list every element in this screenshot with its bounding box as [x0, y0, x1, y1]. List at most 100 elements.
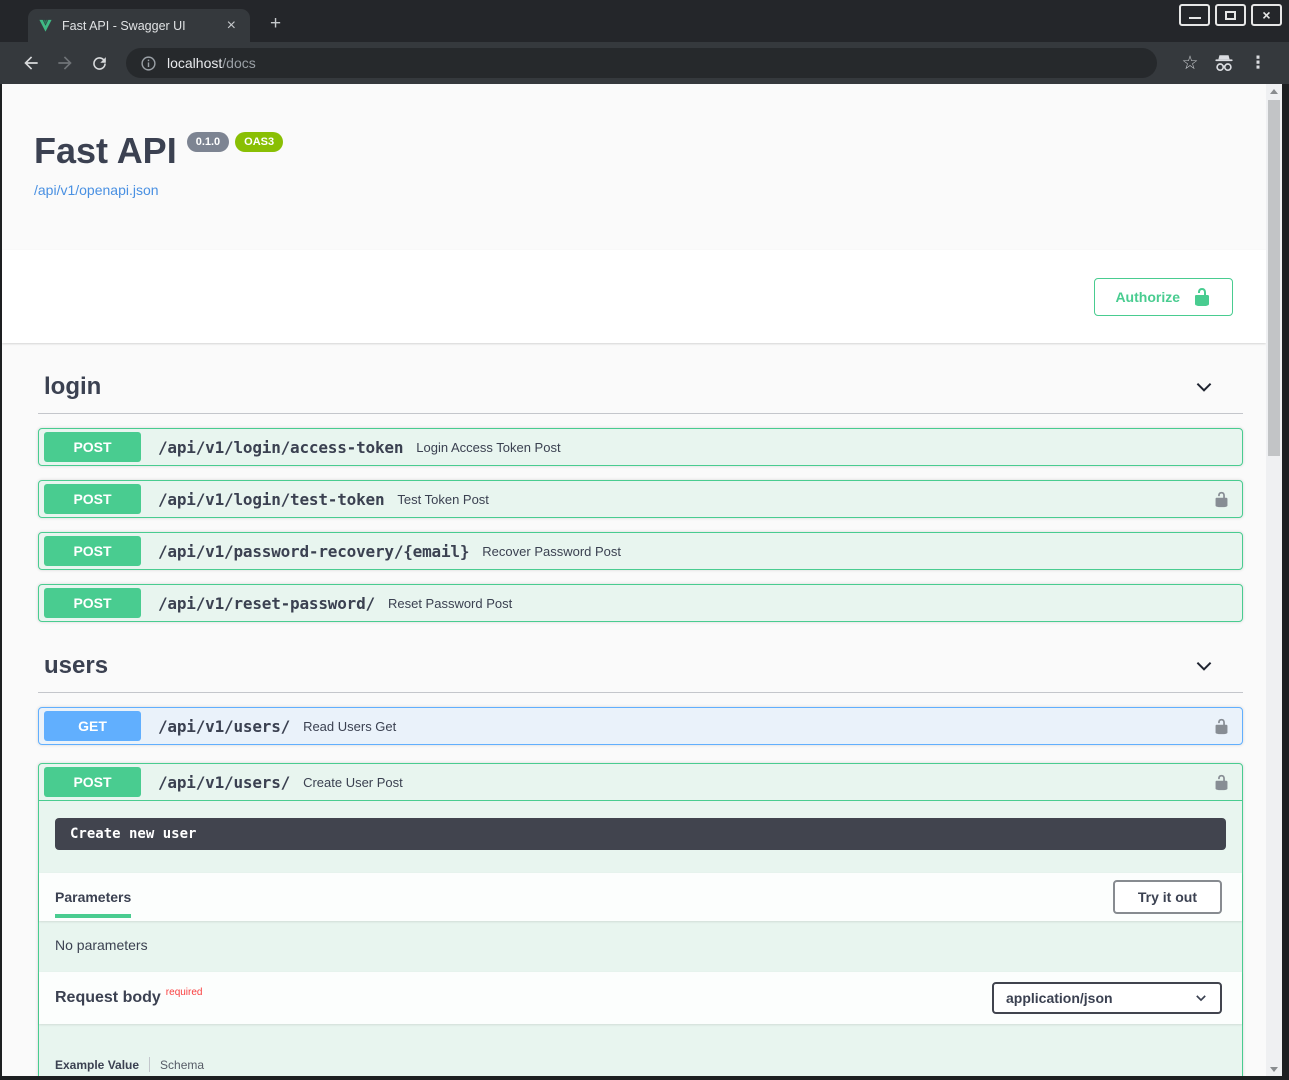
parameters-header: Parameters Try it out [39, 873, 1242, 921]
oas3-badge: OAS3 [235, 132, 283, 152]
version-badge: 0.1.0 [187, 132, 229, 152]
auth-lock-button[interactable] [1213, 774, 1230, 791]
method-badge: GET [44, 711, 141, 741]
authorize-button[interactable]: Authorize [1094, 278, 1233, 316]
browser-tab[interactable]: Fast API - Swagger UI × [28, 9, 250, 42]
page-info-icon[interactable] [140, 55, 157, 72]
api-info: Fast API 0.1.0 OAS3 /api/v1/openapi.json [2, 84, 1266, 200]
method-badge: POST [44, 484, 141, 514]
tab-parameters[interactable]: Parameters [55, 889, 131, 905]
back-icon [21, 53, 41, 73]
method-badge: POST [44, 432, 141, 462]
page-title: Fast API [34, 130, 177, 172]
endpoint-row-read-users[interactable]: GET /api/v1/users/ Read Users Get [38, 707, 1243, 745]
scrollbar-up-arrow[interactable] [1266, 84, 1282, 98]
reload-icon [90, 54, 109, 73]
scrollbar-thumb[interactable] [1268, 100, 1280, 456]
endpoint-path: /api/v1/password-recovery/{email} [158, 542, 469, 561]
no-parameters-message: No parameters [39, 921, 1242, 972]
triangle-down-icon [1270, 1067, 1278, 1072]
triangle-up-icon [1270, 89, 1278, 94]
incognito-indicator [1207, 46, 1241, 80]
unlocked-padlock-icon [1192, 287, 1212, 307]
browser-menu-button[interactable]: ⋮ [1241, 46, 1275, 80]
tag-section-users: users GET /api/v1/users/ Read Users Get [38, 622, 1243, 1076]
bookmark-button[interactable]: ☆ [1173, 46, 1207, 80]
tab-close-icon[interactable]: × [223, 16, 240, 36]
maximize-button[interactable] [1215, 4, 1246, 26]
forward-icon [55, 53, 75, 73]
method-badge: POST [44, 767, 141, 797]
endpoint-summary: Create User Post [303, 775, 403, 790]
select-chevron-icon [1194, 991, 1208, 1005]
method-badge: POST [44, 536, 141, 566]
tag-name: users [44, 652, 108, 680]
endpoint-summary: Test Token Post [397, 492, 489, 507]
method-badge: POST [44, 588, 141, 618]
endpoint-summary: Login Access Token Post [416, 440, 560, 455]
endpoint-summary: Reset Password Post [388, 596, 512, 611]
tag-name: login [44, 373, 101, 401]
new-tab-button[interactable]: + [264, 12, 287, 35]
page-scrollbar[interactable] [1266, 84, 1282, 1076]
authorize-label: Authorize [1115, 289, 1180, 305]
openapi-spec-link[interactable]: /api/v1/openapi.json [34, 182, 159, 198]
media-type-select[interactable]: application/json [992, 982, 1222, 1014]
browser-window: Fast API - Swagger UI × + × localhost/do… [0, 0, 1289, 1080]
try-it-out-button[interactable]: Try it out [1113, 880, 1222, 914]
endpoint-row-login-test-token[interactable]: POST /api/v1/login/test-token Test Token… [38, 480, 1243, 518]
unlocked-padlock-icon [1213, 774, 1230, 791]
scheme-container: Authorize [2, 250, 1266, 343]
swagger-ui-page: Fast API 0.1.0 OAS3 /api/v1/openapi.json… [2, 84, 1282, 1076]
scrollbar-down-arrow[interactable] [1266, 1062, 1282, 1076]
window-controls: × [1179, 4, 1282, 26]
request-body-header: Request body required application/json [39, 972, 1242, 1024]
chevron-down-icon[interactable] [1193, 655, 1215, 677]
endpoint-row-login-access-token[interactable]: POST /api/v1/login/access-token Login Ac… [38, 428, 1243, 466]
operation-description: Create new user [55, 818, 1226, 850]
endpoint-path: /api/v1/login/access-token [158, 438, 403, 457]
address-bar[interactable]: localhost/docs [126, 48, 1157, 78]
unlocked-padlock-icon [1213, 491, 1230, 508]
tag-header-users[interactable]: users [38, 622, 1243, 693]
close-button[interactable]: × [1251, 4, 1282, 26]
reload-button[interactable] [82, 46, 116, 80]
tag-header-login[interactable]: login [38, 343, 1243, 414]
api-title-row: Fast API 0.1.0 OAS3 [34, 130, 1266, 172]
unlocked-padlock-icon [1213, 718, 1230, 735]
url-host: localhost [167, 55, 222, 71]
bookmark-star-icon: ☆ [1181, 52, 1198, 75]
swagger-favicon-icon [38, 18, 53, 33]
endpoint-expanded-create-user: POST /api/v1/users/ Create User Post Cre… [38, 763, 1243, 1076]
tab-divider [149, 1057, 150, 1072]
tag-section-login: login POST /api/v1/login/access-token Lo… [38, 343, 1243, 622]
menu-dots-icon: ⋮ [1250, 53, 1267, 73]
endpoint-row-create-user[interactable]: POST /api/v1/users/ Create User Post [39, 764, 1242, 801]
forward-button[interactable] [48, 46, 82, 80]
endpoint-path: /api/v1/login/test-token [158, 490, 384, 509]
tab-title: Fast API - Swagger UI [62, 19, 223, 33]
model-example-tabs: Example Value Schema [55, 1057, 1242, 1072]
browser-toolbar: localhost/docs ☆ ⋮ [0, 42, 1289, 84]
minimize-button[interactable] [1179, 4, 1210, 26]
endpoint-path: /api/v1/users/ [158, 717, 290, 736]
chevron-down-icon[interactable] [1193, 376, 1215, 398]
endpoint-row-reset-password[interactable]: POST /api/v1/reset-password/ Reset Passw… [38, 584, 1243, 622]
api-tags: login POST /api/v1/login/access-token Lo… [2, 343, 1266, 1076]
auth-lock-button[interactable] [1213, 718, 1230, 735]
endpoint-summary: Read Users Get [303, 719, 396, 734]
endpoint-path: /api/v1/users/ [158, 773, 290, 792]
endpoint-summary: Recover Password Post [482, 544, 621, 559]
tab-example-value[interactable]: Example Value [55, 1058, 139, 1072]
close-icon: × [1262, 8, 1270, 22]
browser-titlebar: Fast API - Swagger UI × + × [0, 0, 1289, 42]
endpoint-row-password-recovery[interactable]: POST /api/v1/password-recovery/{email} R… [38, 532, 1243, 570]
auth-lock-button[interactable] [1213, 491, 1230, 508]
maximize-icon [1225, 11, 1236, 20]
url-path: /docs [222, 55, 255, 71]
endpoint-path: /api/v1/reset-password/ [158, 594, 375, 613]
required-flag: required [166, 987, 203, 998]
back-button[interactable] [14, 46, 48, 80]
swagger-content: Fast API 0.1.0 OAS3 /api/v1/openapi.json… [2, 84, 1266, 1076]
tab-schema[interactable]: Schema [160, 1058, 204, 1072]
